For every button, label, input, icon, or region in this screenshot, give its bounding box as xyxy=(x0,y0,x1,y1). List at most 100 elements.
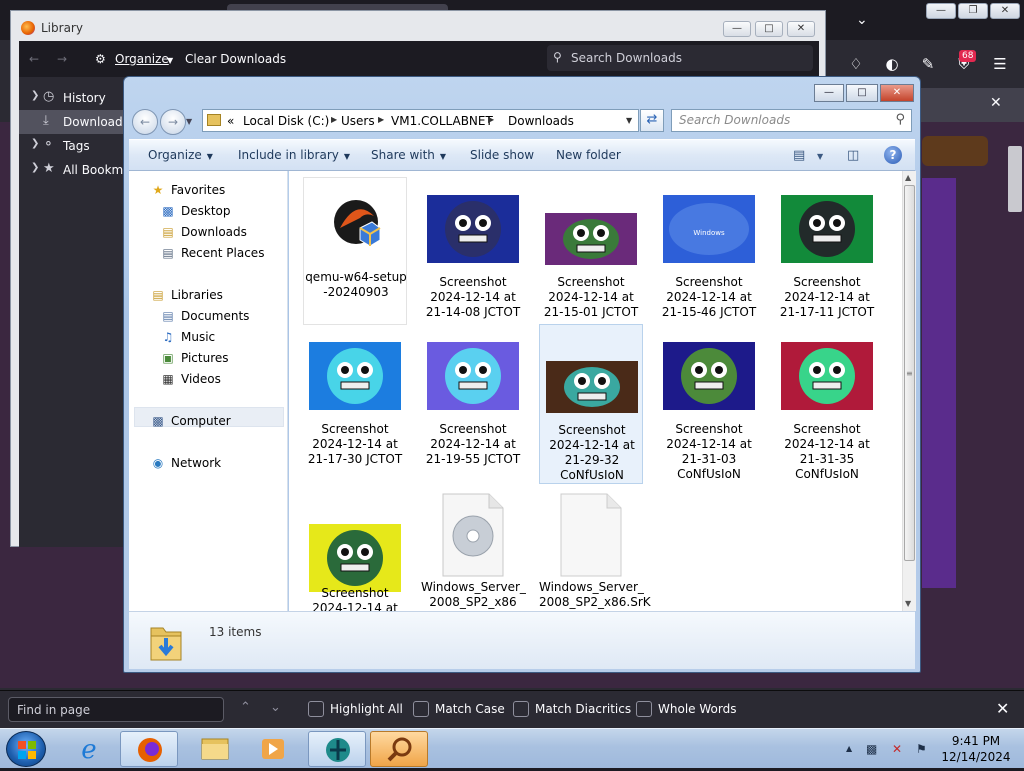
organize-menu[interactable]: Organize xyxy=(115,52,169,66)
file-item[interactable]: Screenshot 2024-12-14 at 21-31-03 CoNfUsIoN xyxy=(657,324,761,481)
taskbar-app[interactable] xyxy=(308,731,366,767)
firefox-minimize-button[interactable]: — xyxy=(926,3,956,19)
explorer-search-input[interactable]: Search Downloads ⚲ xyxy=(671,109,912,132)
whole-words-checkbox[interactable] xyxy=(636,701,652,717)
nav-desktop[interactable]: Desktop xyxy=(181,204,231,218)
firefox-restore-button[interactable]: ❐ xyxy=(958,3,988,19)
sidebar-item-history[interactable]: ❯ ◷ History xyxy=(19,86,131,110)
scroll-down-arrow-icon[interactable]: ▼ xyxy=(905,599,911,608)
volume-muted-icon[interactable]: ✕ xyxy=(892,742,902,756)
scroll-up-arrow-icon[interactable]: ▲ xyxy=(905,173,911,182)
vertical-scrollbar[interactable]: ▲ ≡ ▼ xyxy=(902,171,916,611)
nav-music[interactable]: Music xyxy=(181,330,215,344)
taskbar-explorer[interactable] xyxy=(186,731,244,767)
nav-documents[interactable]: Documents xyxy=(181,309,249,323)
view-options-chevron-icon[interactable]: ▼ xyxy=(817,152,823,161)
expand-arrow-icon[interactable]: ❯ xyxy=(31,162,39,173)
action-center-flag-icon[interactable]: ⚑ xyxy=(916,742,927,756)
menu-icon[interactable]: ☰ xyxy=(990,54,1010,74)
match-diacritics-checkbox[interactable] xyxy=(513,701,529,717)
file-item[interactable]: Windows Screenshot 2024-12-14 at 21-15-46 J… xyxy=(657,177,761,325)
help-icon[interactable]: ? xyxy=(884,146,902,164)
nav-recent-places[interactable]: Recent Places xyxy=(181,246,264,260)
nav-pictures[interactable]: Pictures xyxy=(181,351,229,365)
taskbar-magnifier[interactable] xyxy=(370,731,428,767)
library-maximize-button[interactable]: □ xyxy=(755,21,783,37)
file-item[interactable]: Screenshot 2024-12-14 at 21-17-11 JCTOT xyxy=(775,177,879,325)
clear-downloads-button[interactable]: Clear Downloads xyxy=(185,52,286,66)
sidebar-item-tags[interactable]: ❯ ⚬ Tags xyxy=(19,134,131,158)
whole-words-label[interactable]: Whole Words xyxy=(658,702,736,716)
change-view-icon[interactable]: ▤ xyxy=(793,148,805,163)
library-back-icon[interactable]: ← xyxy=(29,52,39,66)
network-tray-icon[interactable]: ▩ xyxy=(866,742,877,756)
file-item[interactable]: Windows_Server_ 2008_SP2_x86 xyxy=(421,488,526,611)
library-close-button[interactable]: ✕ xyxy=(787,21,815,37)
nav-libraries[interactable]: Libraries xyxy=(171,288,223,302)
notification-close-icon[interactable]: ✕ xyxy=(990,95,1002,111)
match-case-checkbox[interactable] xyxy=(413,701,429,717)
match-case-label[interactable]: Match Case xyxy=(435,702,505,716)
page-button[interactable] xyxy=(922,136,988,166)
nav-downloads[interactable]: Downloads xyxy=(181,225,247,239)
address-overflow[interactable]: « xyxy=(227,114,234,128)
breadcrumb-arrow-icon[interactable]: ▶ xyxy=(378,115,384,124)
list-tabs-chevron-icon[interactable]: ⌄ xyxy=(856,12,868,28)
show-hidden-icons-icon[interactable]: ▲ xyxy=(846,744,852,753)
account-icon[interactable]: ◐ xyxy=(882,54,902,74)
page-scrollbar[interactable] xyxy=(1008,146,1022,212)
match-diacritics-label[interactable]: Match Diacritics xyxy=(535,702,631,716)
explorer-minimize-button[interactable]: — xyxy=(814,84,844,102)
nav-videos[interactable]: Videos xyxy=(181,372,221,386)
nav-favorites[interactable]: Favorites xyxy=(171,183,225,197)
expand-arrow-icon[interactable]: ❯ xyxy=(31,138,39,149)
library-minimize-button[interactable]: — xyxy=(723,21,751,37)
breadcrumb-arrow-icon[interactable]: ▶ xyxy=(331,115,337,124)
explorer-maximize-button[interactable]: □ xyxy=(846,84,878,102)
file-item[interactable]: Screenshot 2024-12-14 at 21-14-08 JCTOT xyxy=(421,177,525,325)
highlight-all-label[interactable]: Highlight All xyxy=(330,702,403,716)
file-item[interactable]: Screenshot 2024-12-14 at 21-31-35 CoNfUsIoN xyxy=(775,324,879,481)
file-item[interactable]: Screenshot 2024-12-14 at 21-15-01 JCTOT xyxy=(539,177,643,325)
new-folder-button[interactable]: New folder xyxy=(556,148,621,162)
nav-network[interactable]: Network xyxy=(171,456,221,470)
breadcrumb-user-folder[interactable]: VM1.COLLABNET xyxy=(391,114,493,128)
find-next-icon[interactable]: ⌄ xyxy=(270,700,281,715)
extensions-icon[interactable]: ✎ xyxy=(918,54,938,74)
library-titlebar[interactable]: Library — □ ✕ xyxy=(11,11,825,41)
address-history-chevron-icon[interactable]: ▼ xyxy=(626,116,632,125)
library-forward-icon[interactable]: → xyxy=(57,52,67,66)
taskbar-firefox[interactable] xyxy=(120,731,178,767)
pocket-icon[interactable]: ♢ xyxy=(846,54,866,74)
file-item[interactable]: qemu-w64-setup -20240903 xyxy=(303,177,407,325)
forward-button[interactable]: → xyxy=(160,109,186,135)
breadcrumb-arrow-icon[interactable]: ▶ xyxy=(488,115,494,124)
preview-pane-icon[interactable]: ◫ xyxy=(847,148,859,163)
find-input[interactable]: Find in page xyxy=(8,697,224,722)
include-in-library-button[interactable]: Include in library ▼ xyxy=(238,148,350,162)
find-previous-icon[interactable]: ⌃ xyxy=(240,700,251,715)
expand-arrow-icon[interactable]: ❯ xyxy=(31,90,39,101)
library-search-input[interactable]: ⚲ Search Downloads xyxy=(547,45,813,71)
taskbar-media-player[interactable] xyxy=(244,731,302,767)
explorer-close-button[interactable]: ✕ xyxy=(880,84,914,102)
breadcrumb-downloads[interactable]: Downloads xyxy=(508,114,574,128)
nav-computer[interactable]: Computer xyxy=(171,414,231,428)
sidebar-item-all-bookmarks[interactable]: ❯ ★ All Bookmarks xyxy=(19,158,131,182)
back-button[interactable]: ← xyxy=(132,109,158,135)
file-item[interactable]: Screenshot 2024-12-14 at xyxy=(303,488,407,611)
file-item[interactable]: Screenshot 2024-12-14 at 21-17-30 JCTOT xyxy=(303,324,407,472)
address-bar[interactable]: « Local Disk (C:) ▶ Users ▶ VM1.COLLABNE… xyxy=(202,109,639,132)
refresh-button[interactable]: ⇄ xyxy=(640,109,664,132)
firefox-close-button[interactable]: ✕ xyxy=(990,3,1020,19)
organize-button[interactable]: Organize ▼ xyxy=(148,148,213,162)
taskbar-clock[interactable]: 9:41 PM 12/14/2024 xyxy=(938,733,1014,765)
highlight-all-checkbox[interactable] xyxy=(308,701,324,717)
find-close-icon[interactable]: ✕ xyxy=(996,699,1009,718)
share-with-button[interactable]: Share with ▼ xyxy=(371,148,446,162)
file-item[interactable]: Screenshot 2024-12-14 at 21-19-55 JCTOT xyxy=(421,324,525,472)
start-button[interactable] xyxy=(6,731,46,767)
sidebar-item-downloads[interactable]: ⤓ Downloads xyxy=(19,110,131,134)
slide-show-button[interactable]: Slide show xyxy=(470,148,534,162)
taskbar-internet-explorer[interactable]: e xyxy=(60,731,118,767)
